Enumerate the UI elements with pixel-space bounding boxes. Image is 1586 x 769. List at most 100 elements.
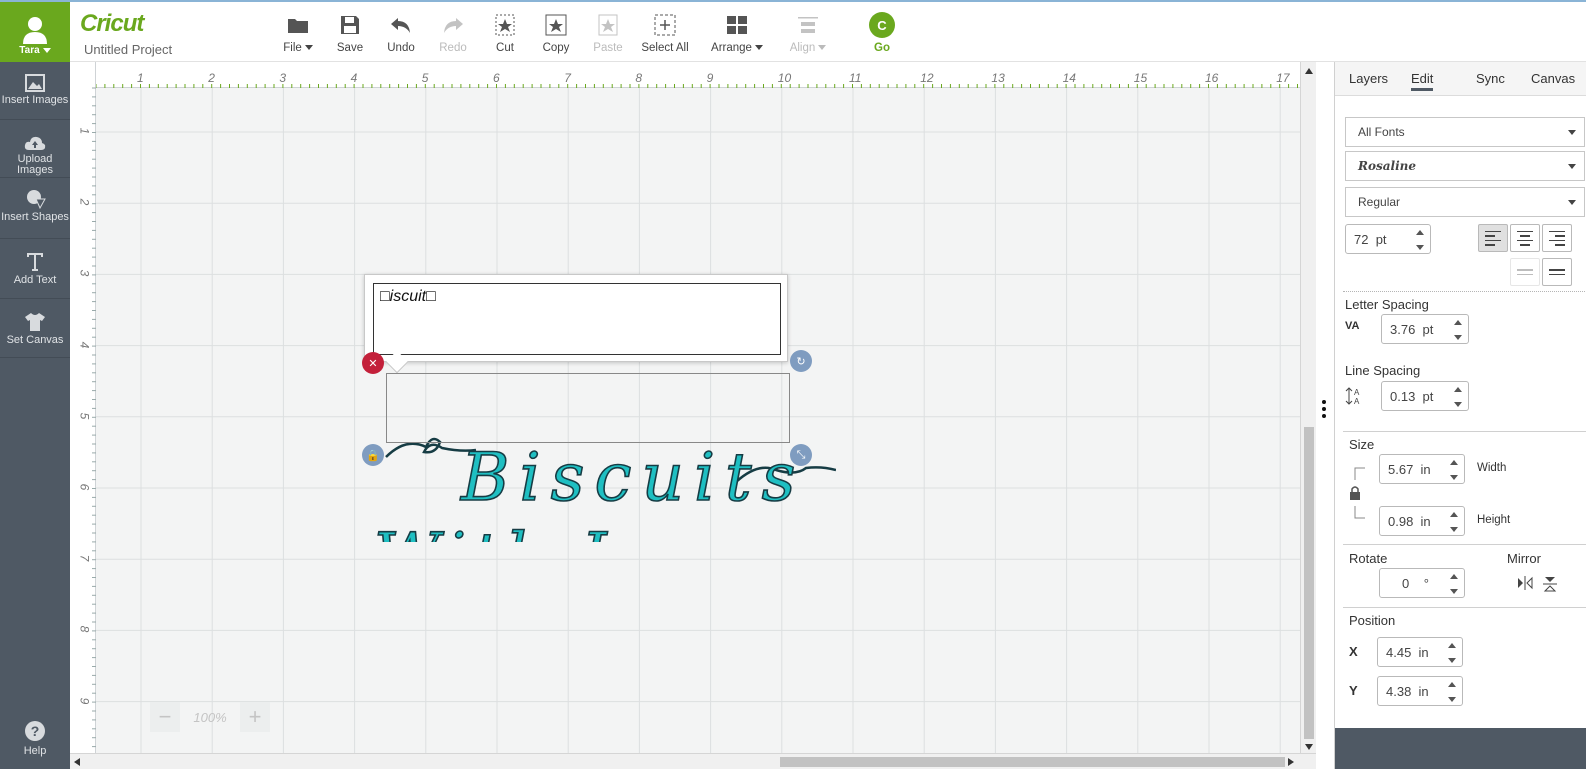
vertical-scroll-thumb[interactable] [1304,427,1314,739]
font-filter-dropdown[interactable]: All Fonts [1345,117,1585,147]
paste-button[interactable]: Paste [592,12,624,58]
ruler-number: 8 [635,71,643,85]
spinner-icon[interactable] [1454,320,1462,340]
zoom-in-button[interactable]: + [240,702,270,732]
align-center-button[interactable] [1510,224,1540,252]
font-style-dropdown[interactable]: Regular [1345,187,1585,217]
sidebar-item-upload-images[interactable]: Upload Images [0,121,70,178]
help-button[interactable]: ? Help [0,721,70,757]
vertical-ruler: 1 2 3 4 5 6 7 8 9 [70,62,96,756]
save-button[interactable]: Save [334,12,366,58]
chevron-down-icon [754,45,763,51]
select-all-button[interactable]: Select All [641,12,689,58]
go-icon: C [869,12,895,38]
svg-text:A: A [1354,397,1360,406]
chevron-down-icon [304,45,313,51]
scroll-left-icon[interactable] [74,758,80,766]
ruler-number: 1 [137,71,144,85]
undo-icon [391,18,410,33]
width-stepper[interactable]: 5.67 in [1379,454,1465,484]
cut-label: Cut [496,42,514,54]
flip-horizontal-icon[interactable] [1517,576,1533,590]
chevron-down-icon [818,45,827,51]
advanced-text-button[interactable] [1542,258,1572,286]
width-label: Width [1477,462,1507,474]
letter-spacing-unit: pt [1422,321,1434,337]
spinner-icon[interactable] [1448,682,1456,702]
align-right-button[interactable] [1542,224,1572,252]
scroll-right-icon[interactable] [1288,758,1294,766]
ruler-number: 5 [421,71,429,85]
user-name: Tara [19,45,40,56]
scroll-up-icon[interactable] [1305,68,1313,74]
tab-edit[interactable]: Edit [1411,71,1434,91]
file-button[interactable]: File [281,12,315,58]
spinner-icon[interactable] [1450,512,1458,532]
selection-box[interactable] [386,373,790,443]
art-line-2: With Love [374,520,764,542]
spinner-icon[interactable] [1448,643,1456,663]
rotate-label: Rotate [1349,551,1388,566]
width-unit: in [1420,461,1431,477]
curve-text-button[interactable] [1510,258,1540,286]
chevron-down-icon [42,47,51,53]
sidebar-item-add-text[interactable]: Add Text [0,240,70,299]
ruler-number: 1 [77,127,92,135]
font-filter-value: All Fonts [1358,125,1405,139]
font-name-dropdown[interactable]: Rosaline [1345,151,1585,181]
sidebar-item-insert-images[interactable]: Insert Images [0,62,70,120]
copy-button[interactable]: Copy [539,12,573,58]
go-button[interactable]: C Go [868,12,896,58]
y-value: 4.38 [1386,683,1412,699]
ruler-number: 6 [77,483,92,491]
vertical-scrollbar[interactable] [1300,62,1316,756]
design-canvas[interactable]: 1 2 3 4 5 6 7 8 9 10 11 12 13 14 15 16 17 123456789 □isc… [70,62,1316,756]
cut-button[interactable]: Cut [490,12,520,58]
spinner-icon[interactable] [1416,230,1424,250]
spinner-icon[interactable] [1450,574,1458,594]
tab-sync[interactable]: Sync [1476,71,1505,86]
align-left-button[interactable] [1478,224,1508,252]
sidebar-item-label: Upload Images [16,153,54,176]
flip-vertical-icon[interactable] [1543,576,1557,592]
redo-icon [444,18,463,33]
redo-button[interactable]: Redo [437,12,469,58]
zoom-out-button[interactable]: − [150,702,180,732]
sidebar-item-set-canvas[interactable]: Set Canvas [0,300,70,358]
left-sidebar: Insert Images Upload Images Insert Shape… [0,62,70,769]
y-position-stepper[interactable]: 4.38 in [1377,676,1463,706]
text-edit-field[interactable]: □iscuit□ [373,283,781,355]
letter-spacing-stepper[interactable]: 3.76 pt [1381,314,1469,344]
sidebar-item-label: Set Canvas [6,334,64,346]
horizontal-scroll-thumb[interactable] [780,757,1285,767]
font-size-stepper[interactable]: 72 pt [1345,224,1431,254]
line-spacing-stepper[interactable]: 0.13 pt [1381,381,1469,411]
y-unit: in [1418,683,1429,699]
panel-collapse-handle[interactable] [1318,398,1332,422]
height-stepper[interactable]: 0.98 in [1379,506,1465,536]
spinner-icon[interactable] [1450,460,1458,480]
horizontal-scrollbar[interactable] [70,753,1316,769]
lock-ratio-icon[interactable] [1349,464,1369,522]
undo-button[interactable]: Undo [385,12,417,58]
art-line-1: Biscuits [460,439,805,516]
ruler-ticks [95,84,1316,88]
letter-spacing-icon: VA [1345,320,1360,332]
align-button[interactable]: Align [788,12,828,58]
sidebar-item-insert-shapes[interactable]: Insert Shapes [0,179,70,239]
x-position-stepper[interactable]: 4.45 in [1377,637,1463,667]
ruler-number: 17 [1276,71,1290,85]
tab-layers[interactable]: Layers [1349,71,1388,86]
arrange-button[interactable]: Arrange [709,12,765,58]
user-menu-button[interactable]: Tara [0,2,70,64]
ruler-number: 8 [77,626,92,633]
rotate-unit: ° [1423,575,1429,591]
chevron-down-icon [1568,164,1576,169]
tab-canvas[interactable]: Canvas [1531,71,1575,86]
spinner-icon[interactable] [1454,387,1462,407]
rotate-stepper[interactable]: 0 ° [1379,568,1465,598]
scroll-down-icon[interactable] [1305,744,1313,750]
project-title[interactable]: Untitled Project [84,42,172,57]
line-spacing-value: 0.13 [1390,388,1416,404]
redo-label: Redo [439,42,467,54]
